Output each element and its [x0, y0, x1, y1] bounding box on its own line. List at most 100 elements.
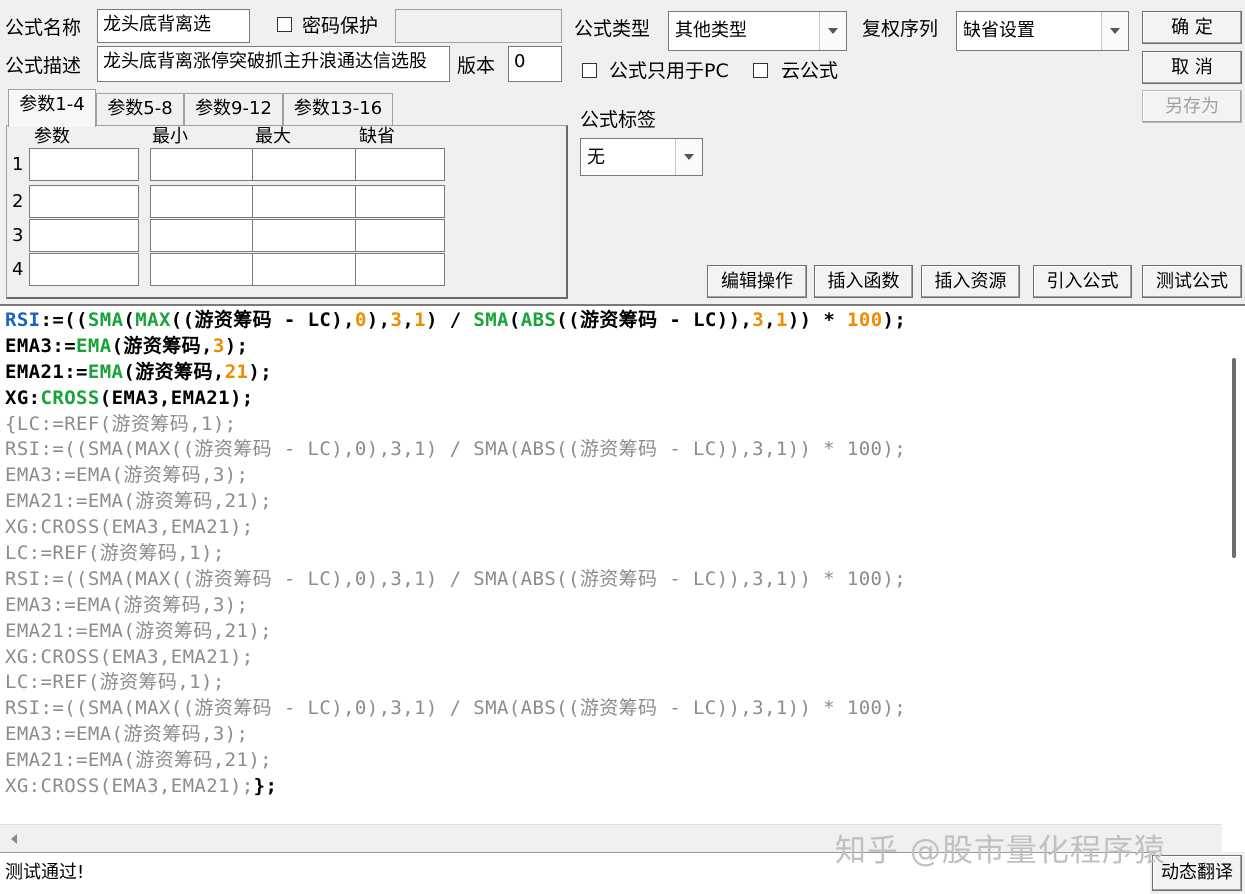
code-line[interactable]: EMA21:=EMA(游资筹码,21);	[5, 619, 906, 645]
insert-function-button[interactable]: 插入函数	[814, 265, 913, 298]
formula-tag-select[interactable]: 无	[580, 138, 703, 176]
chevron-down-icon[interactable]	[1101, 12, 1128, 50]
tab-params-5-8[interactable]: 参数5-8	[96, 93, 184, 125]
param-name-input[interactable]	[29, 219, 139, 252]
code-token: ABS	[520, 309, 557, 331]
chevron-down-icon[interactable]	[675, 139, 702, 175]
code-line[interactable]: {LC:=REF(游资筹码,1);	[5, 412, 906, 438]
formula-desc-input[interactable]: 龙头底背离涨停突破抓主升浪通达信选股	[97, 46, 450, 82]
password-protect-label: 密码保护	[302, 15, 379, 37]
status-text: 测试通过!	[5, 862, 85, 883]
code-line[interactable]: XG:CROSS(EMA3,EMA21);	[5, 386, 906, 412]
code-token: EMA21:=EMA(游资筹码,21);	[5, 749, 273, 772]
code-line[interactable]: RSI:=((SMA(MAX((游资筹码 - LC),0),3,1) / SMA…	[5, 696, 906, 722]
code-token: XG:CROSS(EMA3,EMA21);	[5, 516, 254, 539]
code-token: RSI:=((SMA(MAX((游资筹码 - LC),0),3,1) / SMA…	[5, 438, 907, 461]
param-default-input[interactable]	[355, 253, 445, 286]
code-token: EMA3:=EMA(游资筹码,3);	[5, 464, 249, 487]
version-input[interactable]: 0	[508, 46, 562, 82]
code-text[interactable]: RSI:=((SMA(MAX((游资筹码 - LC),0),3,1) / SMA…	[5, 308, 906, 800]
code-token: ),	[366, 309, 391, 331]
password-protect-checkbox[interactable]	[277, 17, 292, 32]
param-max-input[interactable]	[252, 253, 362, 286]
code-token: );	[248, 360, 273, 383]
code-line[interactable]: EMA21:=EMA(游资筹码,21);	[5, 489, 906, 515]
insert-resource-button[interactable]: 插入资源	[921, 265, 1020, 298]
tab-params-1-4[interactable]: 参数1-4	[8, 89, 96, 127]
formula-name-label: 公式名称	[5, 17, 82, 39]
param-name-input[interactable]	[29, 253, 139, 286]
code-token: 3	[212, 334, 225, 357]
code-token: LC:=REF(游资筹码,1);	[5, 671, 225, 694]
param-default-input[interactable]	[355, 148, 445, 181]
code-line[interactable]: RSI:=((SMA(MAX((游资筹码 - LC),0),3,1) / SMA…	[5, 308, 906, 334]
vertical-scrollbar[interactable]	[1223, 306, 1245, 824]
code-token: SMA	[87, 309, 124, 331]
password-input[interactable]	[395, 9, 562, 43]
code-token: 0	[354, 309, 367, 331]
param-default-input[interactable]	[355, 219, 445, 252]
formula-type-label: 公式类型	[574, 18, 651, 40]
scrollbar-thumb[interactable]	[1232, 358, 1236, 558]
cancel-button[interactable]: 取 消	[1142, 51, 1242, 84]
code-line[interactable]: EMA3:=EMA(游资筹码,3);	[5, 722, 906, 748]
test-formula-button[interactable]: 测试公式	[1142, 265, 1242, 298]
code-line[interactable]: XG:CROSS(EMA3,EMA21);	[5, 515, 906, 541]
param-max-input[interactable]	[252, 185, 362, 218]
param-row-number: 1	[12, 154, 24, 175]
import-formula-button[interactable]: 引入公式	[1033, 265, 1132, 298]
formula-type-value: 其他类型	[675, 20, 747, 41]
code-line[interactable]: RSI:=((SMA(MAX((游资筹码 - LC),0),3,1) / SMA…	[5, 437, 906, 463]
code-token: ((游资筹码 - LC),	[170, 309, 355, 331]
code-token: :=((	[40, 309, 88, 331]
param-min-input[interactable]	[150, 148, 260, 181]
tab-params-9-12[interactable]: 参数9-12	[184, 93, 283, 125]
code-line[interactable]: EMA3:=EMA(游资筹码,3);	[5, 593, 906, 619]
param-name-input[interactable]	[29, 185, 139, 218]
param-default-input[interactable]	[355, 185, 445, 218]
code-line[interactable]: RSI:=((SMA(MAX((游资筹码 - LC),0),3,1) / SMA…	[5, 567, 906, 593]
rights-series-value: 缺省设置	[963, 20, 1035, 41]
param-min-input[interactable]	[150, 253, 260, 286]
param-min-input[interactable]	[150, 185, 260, 218]
save-as-button[interactable]: 另存为	[1142, 90, 1242, 123]
code-line[interactable]: EMA3:=EMA(游资筹码,3);	[5, 334, 906, 360]
param-col-min: 最小	[152, 126, 188, 147]
code-token: EMA	[87, 360, 124, 383]
code-token: (	[123, 309, 136, 331]
code-line[interactable]: EMA21:=EMA(游资筹码,21);	[5, 360, 906, 386]
code-line[interactable]: EMA21:=EMA(游资筹码,21);	[5, 748, 906, 774]
param-col-max: 最大	[255, 126, 291, 147]
param-row-number: 4	[12, 259, 24, 280]
chevron-down-icon[interactable]	[819, 12, 846, 50]
param-max-input[interactable]	[252, 219, 362, 252]
formula-name-input[interactable]: 龙头底背离选	[97, 9, 250, 43]
ok-button[interactable]: 确 定	[1142, 11, 1242, 44]
code-editor[interactable]: RSI:=((SMA(MAX((游资筹码 - LC),0),3,1) / SMA…	[0, 304, 1245, 852]
pc-only-label: 公式只用于PC	[609, 60, 729, 82]
param-max-input[interactable]	[252, 148, 362, 181]
rights-series-select[interactable]: 缺省设置	[956, 11, 1129, 51]
formula-type-select[interactable]: 其他类型	[668, 11, 847, 51]
edit-operations-button[interactable]: 编辑操作	[707, 265, 807, 298]
tab-params-13-16[interactable]: 参数13-16	[283, 93, 393, 125]
code-line[interactable]: EMA3:=EMA(游资筹码,3);	[5, 463, 906, 489]
code-line[interactable]: LC:=REF(游资筹码,1);	[5, 541, 906, 567]
code-line[interactable]: LC:=REF(游资筹码,1);	[5, 670, 906, 696]
pc-only-checkbox[interactable]	[582, 63, 597, 78]
code-token: ((游资筹码 - LC)),	[556, 309, 753, 331]
code-token: ,	[764, 309, 776, 331]
code-token: RSI	[5, 309, 41, 331]
code-token: CROSS	[40, 386, 100, 409]
code-line[interactable]: XG:CROSS(EMA3,EMA21);};	[5, 774, 906, 800]
param-name-input[interactable]	[29, 148, 139, 181]
code-token: XG:CROSS(EMA3,EMA21);	[5, 645, 254, 668]
code-line[interactable]: XG:CROSS(EMA3,EMA21);	[5, 645, 906, 671]
formula-tag-label: 公式标签	[580, 109, 657, 131]
code-token: RSI:=((SMA(MAX((游资筹码 - LC),0),3,1) / SMA…	[5, 697, 907, 720]
code-token: EMA21:=EMA(游资筹码,21);	[5, 490, 273, 513]
code-token: 1	[775, 309, 788, 331]
param-min-input[interactable]	[150, 219, 260, 252]
cloud-formula-checkbox[interactable]	[753, 63, 768, 78]
version-label: 版本	[457, 55, 496, 77]
